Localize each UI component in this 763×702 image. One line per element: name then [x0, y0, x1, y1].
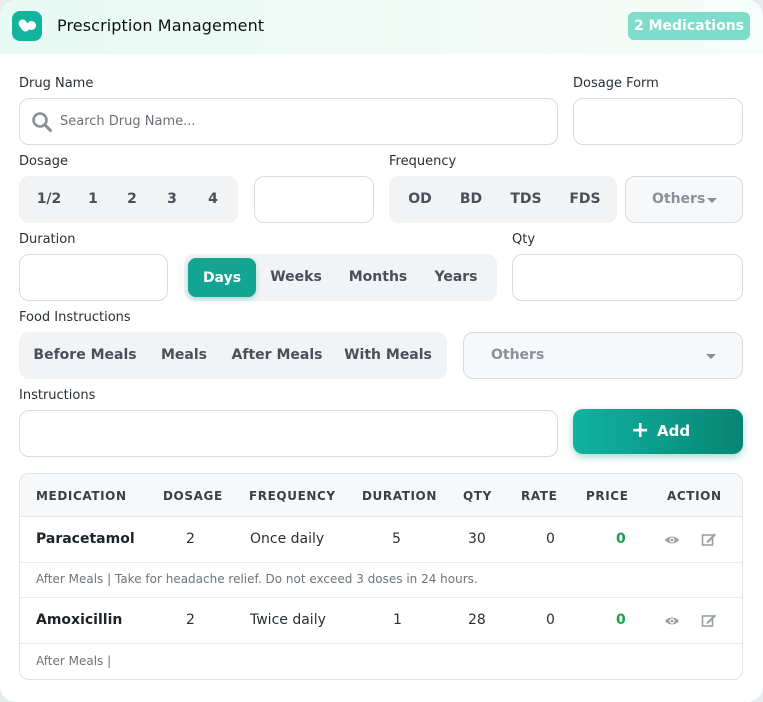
eye-icon[interactable]	[664, 533, 680, 547]
duration-unit-months[interactable]: Months	[344, 269, 412, 285]
column-action: ACTION	[667, 489, 722, 503]
instructions-label: Instructions	[19, 388, 96, 403]
qty-label: Qty	[512, 232, 536, 247]
dosage-option-4[interactable]: 4	[203, 191, 223, 207]
edit-icon[interactable]	[701, 532, 717, 546]
row-duration: 5	[392, 531, 401, 547]
column-rate: RATE	[521, 489, 558, 503]
frequency-option-tds[interactable]: TDS	[506, 191, 546, 207]
column-duration: DURATION	[362, 489, 437, 503]
header: Prescription Management 2 Medications	[0, 0, 763, 54]
row-dosage: 2	[186, 531, 195, 547]
page-title: Prescription Management	[57, 16, 265, 35]
dosage-option-2[interactable]: 2	[122, 191, 142, 207]
frequency-option-bd[interactable]: BD	[453, 191, 489, 207]
add-button-label: Add	[657, 422, 691, 440]
row-frequency: Once daily	[250, 531, 325, 547]
duration-label: Duration	[19, 232, 76, 247]
plus-icon: +	[631, 418, 650, 443]
food-instruction-options: Before Meals Meals After Meals With Meal…	[19, 332, 447, 379]
drug-name-search-input[interactable]: Search Drug Name...	[19, 98, 558, 145]
row-note: After Meals | Take for headache relief. …	[36, 572, 478, 586]
edit-icon[interactable]	[701, 613, 717, 627]
frequency-others-value: Others	[652, 191, 706, 207]
drug-name-placeholder: Search Drug Name...	[60, 114, 196, 129]
dosage-option-3[interactable]: 3	[162, 191, 182, 207]
frequency-options: OD BD TDS FDS	[389, 176, 617, 223]
dosage-label: Dosage	[19, 154, 68, 169]
row-rate: 0	[546, 612, 555, 628]
row-qty: 30	[468, 531, 486, 547]
frequency-option-fds[interactable]: FDS	[564, 191, 606, 207]
dosage-option-1[interactable]: 1	[83, 191, 103, 207]
pills-icon	[12, 11, 42, 41]
food-others-select[interactable]: Others	[463, 332, 743, 379]
dosage-options: 1/2 1 2 3 4	[19, 176, 238, 223]
food-others-value: Others	[491, 347, 545, 363]
search-icon	[32, 112, 52, 132]
duration-unit-years[interactable]: Years	[428, 269, 484, 285]
add-medication-button[interactable]: + Add	[573, 409, 743, 454]
frequency-option-od[interactable]: OD	[401, 191, 439, 207]
row-duration: 1	[393, 612, 402, 628]
row-divider	[20, 643, 742, 644]
row-medication: Amoxicillin	[36, 612, 123, 628]
dosage-form-input[interactable]	[573, 98, 743, 145]
row-divider	[20, 562, 742, 563]
medication-count-badge: 2 Medications	[628, 12, 750, 40]
row-divider	[20, 597, 742, 598]
row-qty: 28	[468, 612, 486, 628]
duration-input[interactable]	[19, 254, 168, 301]
food-option-after-meals[interactable]: After Meals	[231, 347, 323, 363]
drug-name-label: Drug Name	[19, 76, 94, 91]
medications-table: MEDICATION DOSAGE FREQUENCY DURATION QTY…	[19, 473, 743, 680]
row-medication: Paracetamol	[36, 531, 135, 547]
column-qty: QTY	[463, 489, 492, 503]
column-medication: MEDICATION	[36, 489, 127, 503]
row-rate: 0	[546, 531, 555, 547]
dosage-form-label: Dosage Form	[573, 76, 659, 91]
row-frequency: Twice daily	[250, 612, 326, 628]
frequency-others-select[interactable]: Others	[625, 176, 743, 223]
chevron-down-icon	[706, 354, 716, 359]
row-note: After Meals |	[36, 654, 112, 668]
table-header: MEDICATION DOSAGE FREQUENCY DURATION QTY…	[20, 474, 742, 517]
food-instructions-label: Food Instructions	[19, 310, 131, 325]
qty-input[interactable]	[512, 254, 743, 301]
prescription-card: Prescription Management 2 Medications Dr…	[0, 0, 763, 702]
frequency-label: Frequency	[389, 154, 457, 169]
food-option-meals[interactable]: Meals	[157, 347, 211, 363]
food-option-before-meals[interactable]: Before Meals	[33, 347, 137, 363]
duration-unit-days[interactable]: Days	[188, 258, 256, 297]
dosage-custom-input[interactable]	[254, 176, 374, 223]
row-dosage: 2	[186, 612, 195, 628]
instructions-input[interactable]	[19, 410, 558, 457]
duration-unit-options: Days Weeks Months Years	[184, 254, 497, 301]
food-option-with-meals[interactable]: With Meals	[343, 347, 433, 363]
chevron-down-icon	[707, 198, 717, 203]
dosage-option-half[interactable]: 1/2	[29, 191, 69, 207]
duration-unit-weeks[interactable]: Weeks	[266, 269, 326, 285]
column-price: PRICE	[586, 489, 629, 503]
eye-icon[interactable]	[664, 614, 680, 628]
row-price: 0	[616, 531, 626, 547]
column-dosage: DOSAGE	[163, 489, 223, 503]
column-frequency: FREQUENCY	[249, 489, 336, 503]
row-price: 0	[616, 612, 626, 628]
